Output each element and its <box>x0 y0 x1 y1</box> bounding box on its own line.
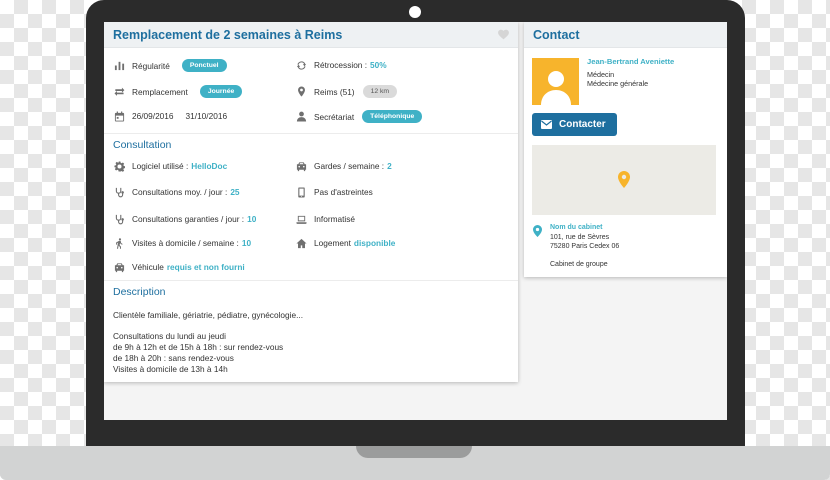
pin-icon <box>295 86 307 98</box>
logiciel-value: HelloDoc <box>191 161 228 171</box>
logiciel-row: Logiciel utilisé : HelloDoc <box>113 160 227 172</box>
astreintes-row: Pas d'astreintes <box>295 186 373 198</box>
location-label: Reims (51) <box>314 86 355 97</box>
consult-moy-row: Consultations moy. / jour : 25 <box>113 186 240 198</box>
secretariat-label: Secrétariat <box>314 111 355 122</box>
consult-garanties-label: Consultations garanties / jour : <box>132 214 245 224</box>
vehicule-value: requis et non fourni <box>166 262 245 272</box>
retrocession-value: 50% <box>370 60 387 70</box>
address-line: 75280 Paris Cedex 06 <box>550 243 620 250</box>
gear-icon <box>113 160 125 172</box>
retrocession-row: Rétrocession : 50% <box>295 59 387 71</box>
description-heading: Description <box>113 286 166 298</box>
description-line: Consultations du lundi au jeudi <box>113 331 227 341</box>
logement-label: Logement <box>314 238 351 248</box>
bar-chart-icon <box>113 60 125 72</box>
contacter-label: Contacter <box>559 119 606 130</box>
contact-header: Contact <box>524 22 727 48</box>
car-icon <box>295 160 307 172</box>
phone-icon <box>295 186 307 198</box>
description-line: Visites à domicile de 13h à 14h <box>113 364 228 374</box>
visites-value: 10 <box>241 238 252 248</box>
date-start: 26/09/2016 <box>132 111 174 121</box>
consult-garanties-value: 10 <box>247 214 257 224</box>
informatise-label: Informatisé <box>314 214 356 224</box>
walk-icon <box>113 237 125 249</box>
map[interactable] <box>532 145 716 215</box>
contacter-button[interactable]: Contacter <box>532 113 617 136</box>
location-row: Reims (51) 12 km <box>295 85 398 98</box>
laptop-notch <box>356 446 472 458</box>
contact-name[interactable]: Jean-Bertrand Aveniette <box>587 57 674 66</box>
distance-badge: 12 km <box>362 85 398 98</box>
laptop-icon <box>295 213 307 225</box>
dates-row: 26/09/2016 31/10/2016 <box>113 110 227 122</box>
description-line: de 9h à 12h et de 15h à 18h : sur rendez… <box>113 342 284 352</box>
regularite-row: Régularité Ponctuel <box>113 59 227 72</box>
regularite-label: Régularité <box>132 60 170 71</box>
consult-moy-label: Consultations moy. / jour : <box>132 187 228 197</box>
contact-role: Médecin <box>587 70 615 79</box>
contact-specialty: Médecine générale <box>587 79 649 88</box>
address-line: 101, rue de Sèvres <box>550 234 610 241</box>
divider <box>104 280 518 281</box>
stethoscope-icon <box>113 213 125 225</box>
home-icon <box>295 237 307 249</box>
visites-row: Visites à domicile / semaine : 10 <box>113 237 251 249</box>
remplacement-row: Remplacement Journée <box>113 85 243 98</box>
logement-row: Logement disponible <box>295 237 395 249</box>
swap-icon <box>113 86 125 98</box>
listing-card: Remplacement de 2 semaines à Reims Régul… <box>104 22 518 382</box>
listing-title: Remplacement de 2 semaines à Reims <box>113 27 343 42</box>
retrocession-label: Rétrocession : <box>314 60 368 70</box>
gardes-row: Gardes / semaine : 2 <box>295 160 392 172</box>
contact-card: Contact Jean-Bertrand Aveniette Médecin … <box>524 22 727 277</box>
refresh-icon <box>295 59 307 71</box>
vehicule-label: Véhicule <box>132 262 164 272</box>
logement-value: disponible <box>353 238 396 248</box>
divider <box>104 133 518 134</box>
map-pin-icon <box>618 171 630 188</box>
screen: Remplacement de 2 semaines à Reims Régul… <box>104 22 727 420</box>
description-line: de 18h à 20h : sans rendez-vous <box>113 353 234 363</box>
cabinet-name: Nom du cabinet <box>550 224 603 231</box>
date-end: 31/10/2016 <box>185 111 228 121</box>
visites-label: Visites à domicile / semaine : <box>132 238 239 248</box>
astreintes-label: Pas d'astreintes <box>314 187 373 197</box>
heart-icon[interactable] <box>497 28 510 41</box>
consult-moy-value: 25 <box>230 187 240 197</box>
mail-icon <box>541 120 552 129</box>
pin-icon <box>533 225 542 237</box>
person-icon <box>295 111 307 123</box>
gardes-value: 2 <box>387 161 392 171</box>
cabinet-type: Cabinet de groupe <box>550 261 608 268</box>
remplacement-label: Remplacement <box>132 86 188 97</box>
person-icon <box>540 71 571 105</box>
description-line: Clientèle familiale, gériatrie, pédiatre… <box>113 310 304 320</box>
regularite-badge: Ponctuel <box>181 59 227 72</box>
consult-garanties-row: Consultations garanties / jour : 10 <box>113 213 256 225</box>
logiciel-label: Logiciel utilisé : <box>132 161 189 171</box>
informatise-row: Informatisé <box>295 213 355 225</box>
secretariat-row: Secrétariat Téléphonique <box>295 110 423 123</box>
contact-title: Contact <box>533 27 580 42</box>
consultation-heading: Consultation <box>113 139 172 151</box>
calendar-icon <box>113 110 125 122</box>
stethoscope-icon <box>113 186 125 198</box>
gardes-label: Gardes / semaine : <box>314 161 385 171</box>
remplacement-badge: Journée <box>199 85 243 98</box>
avatar <box>532 58 579 105</box>
listing-header: Remplacement de 2 semaines à Reims <box>104 22 518 48</box>
vehicule-row: Véhicule requis et non fourni <box>113 261 245 273</box>
secretariat-badge: Téléphonique <box>362 110 423 123</box>
car-icon <box>113 261 125 273</box>
camera-dot <box>409 6 421 18</box>
